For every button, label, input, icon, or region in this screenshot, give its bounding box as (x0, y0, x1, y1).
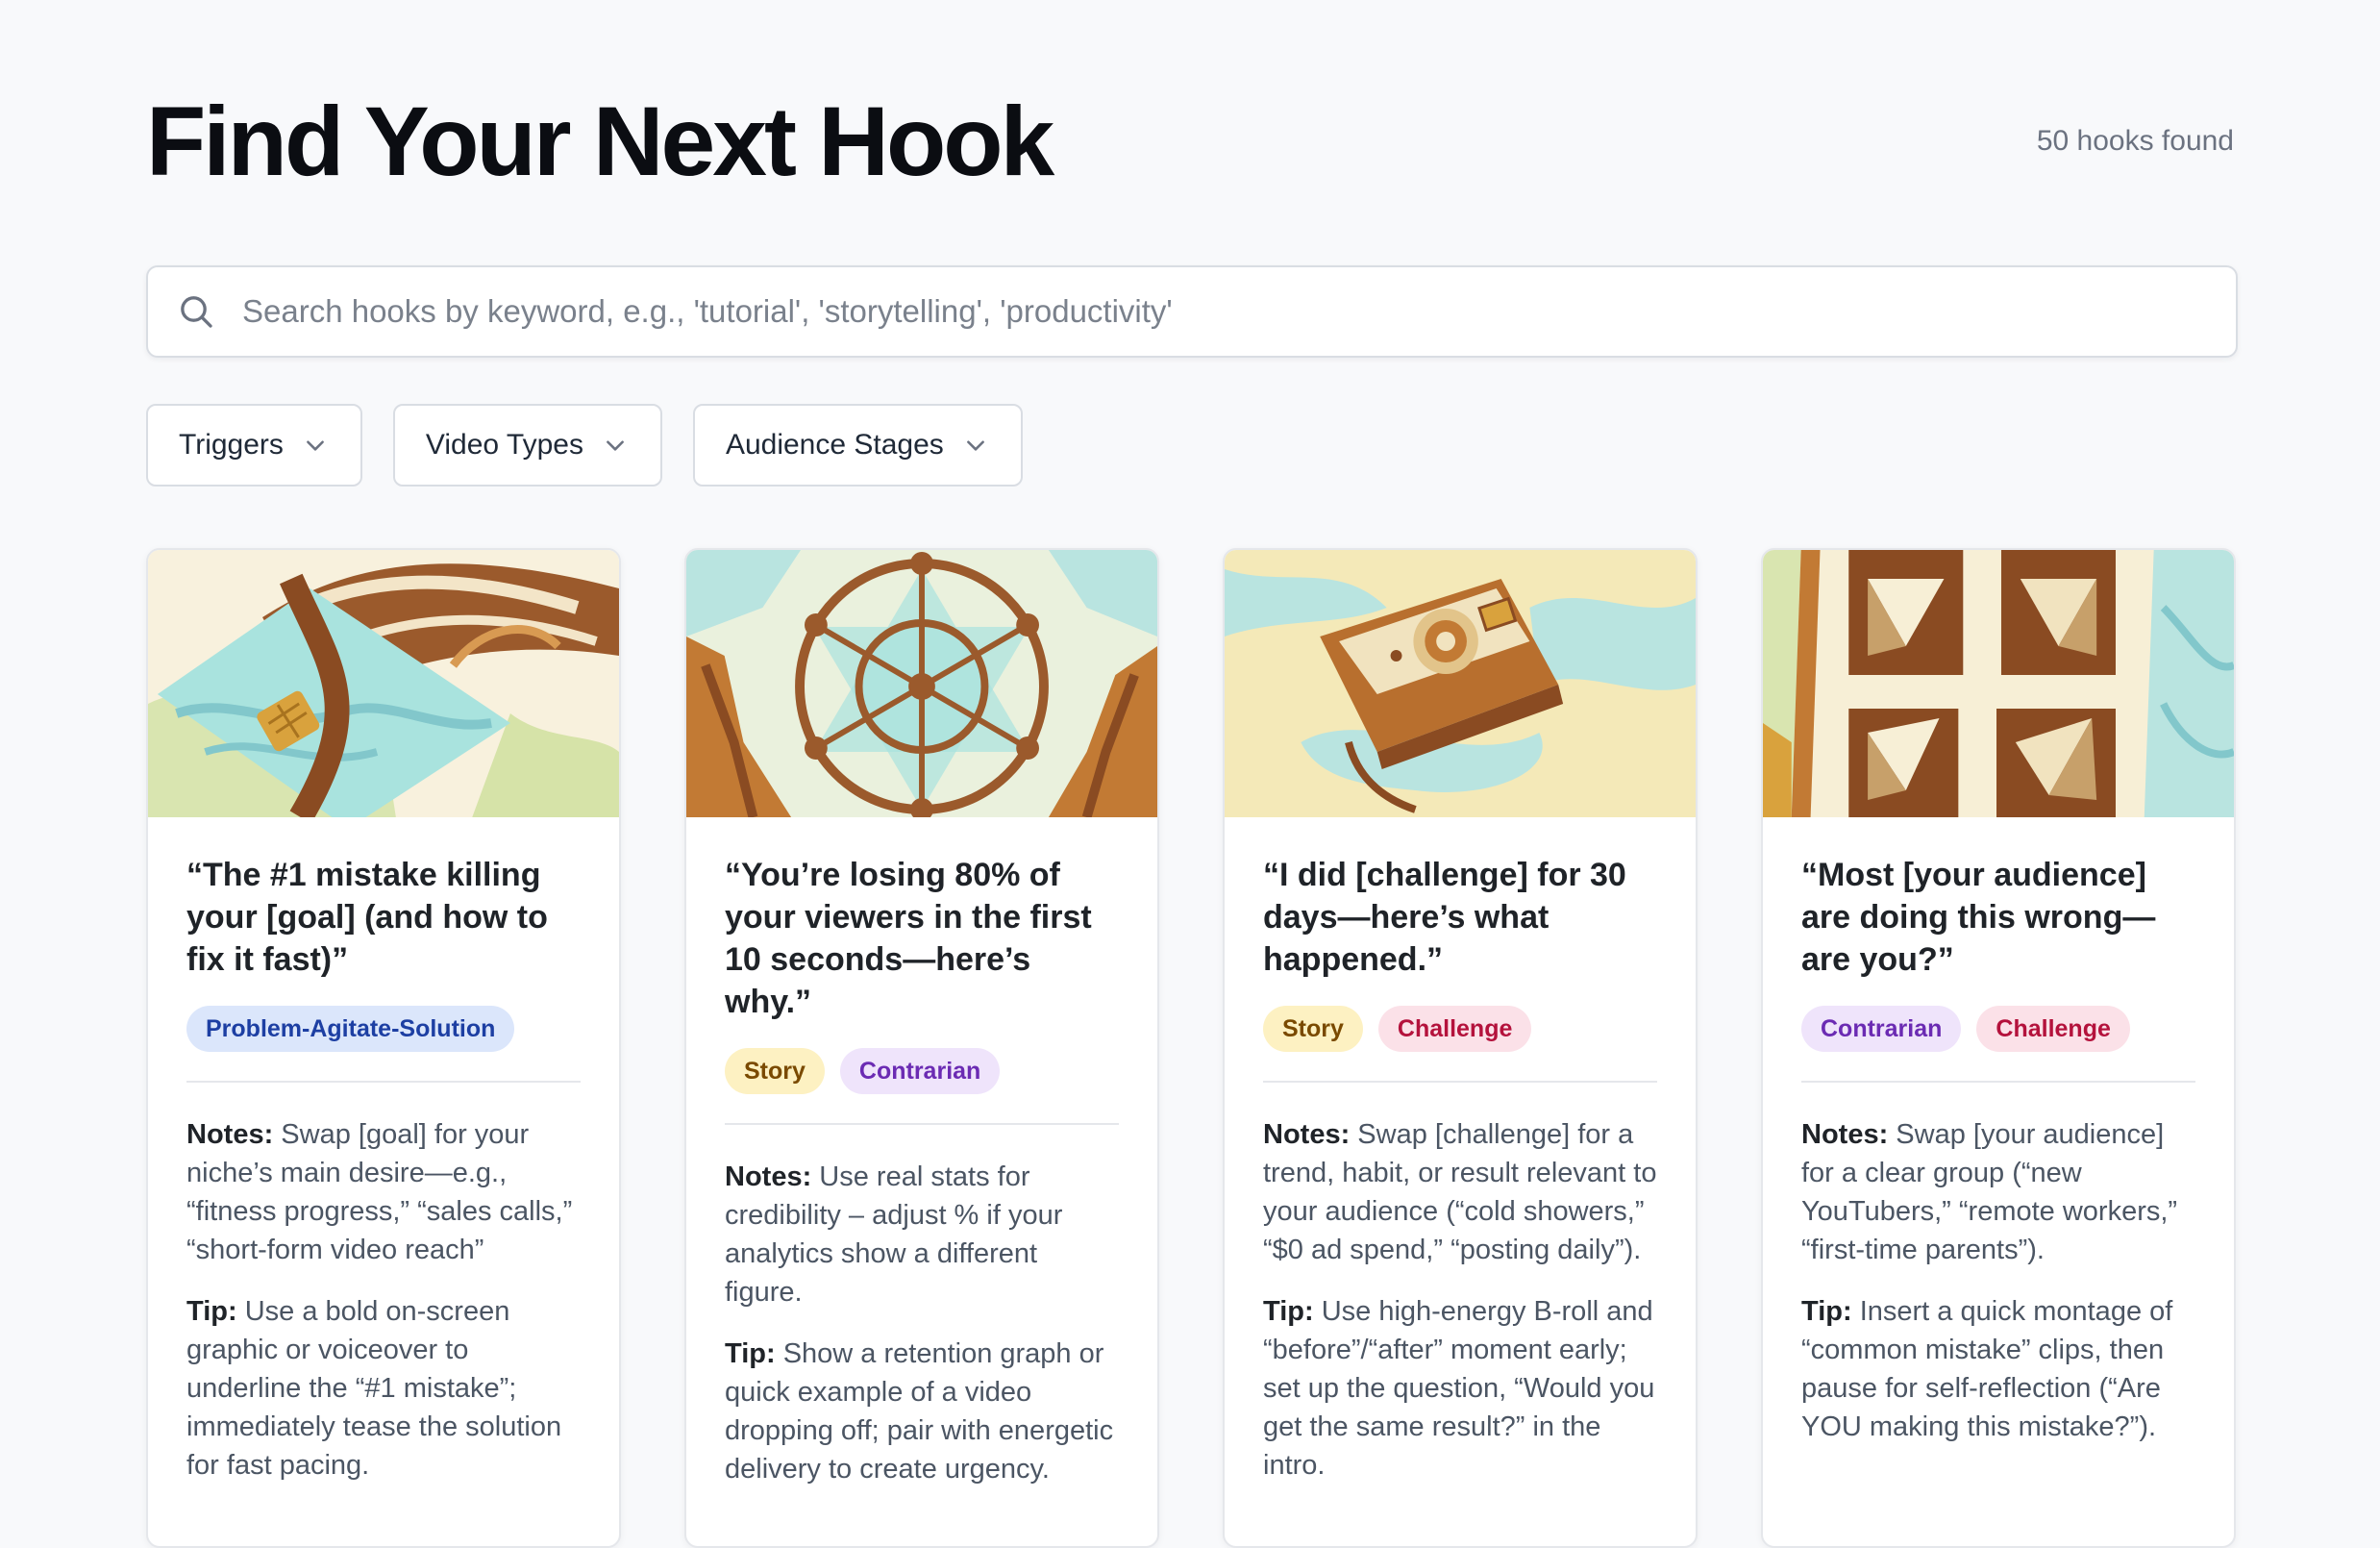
hook-title: “I did [challenge] for 30 days—here’s wh… (1263, 857, 1626, 978)
tip-label: Tip: (725, 1338, 776, 1369)
search-bar[interactable] (146, 265, 2238, 358)
hook-title: “The #1 mistake killing your [goal] (and… (186, 857, 548, 978)
notes-label: Notes: (1801, 1119, 1889, 1150)
ship-wheel-illustration (686, 550, 1157, 817)
hook-card-grid: “The #1 mistake killing your [goal] (and… (146, 548, 2236, 1548)
hook-title: “You’re losing 80% of your viewers in th… (725, 857, 1092, 1020)
tip-body: Show a retention graph or quick example … (725, 1338, 1114, 1485)
notes-label: Notes: (186, 1119, 274, 1150)
tip-text: Tip: Use a bold on-screen graphic or voi… (186, 1292, 581, 1485)
chevron-down-icon (966, 440, 984, 451)
tag-story: Story (1263, 1006, 1363, 1052)
hook-card[interactable]: “I did [challenge] for 30 days—here’s wh… (1223, 548, 1698, 1548)
divider (1263, 1081, 1657, 1083)
tip-text: Tip: Show a retention graph or quick exa… (725, 1335, 1119, 1488)
tip-label: Tip: (1263, 1296, 1314, 1327)
hook-title: “Most [your audience] are doing this wro… (1801, 857, 2156, 978)
tag-list: Story Contrarian (725, 1048, 1119, 1094)
credit-card-illustration (148, 550, 619, 817)
filter-video-types[interactable]: Video Types (392, 404, 662, 487)
hook-card[interactable]: “The #1 mistake killing your [goal] (and… (146, 548, 621, 1548)
tag-problem-agitate-solution: Problem-Agitate-Solution (186, 1006, 515, 1052)
notes-text: Notes: Use real stats for credibility – … (725, 1158, 1119, 1311)
tip-body: Use a bold on-screen graphic or voiceove… (186, 1296, 562, 1481)
notes-text: Notes: Swap [challenge] for a trend, hab… (1263, 1115, 1657, 1269)
tip-text: Tip: Insert a quick montage of “common m… (1801, 1292, 2195, 1446)
hook-card[interactable]: “Most [your audience] are doing this wro… (1761, 548, 2236, 1548)
tag-challenge: Challenge (1976, 1006, 2130, 1052)
tip-body: Insert a quick montage of “common mistak… (1801, 1296, 2173, 1442)
instant-camera-illustration (1225, 550, 1696, 817)
page-title: Find Your Next Hook (146, 87, 1054, 196)
chevron-down-icon (307, 440, 324, 451)
tip-text: Tip: Use high-energy B-roll and “before”… (1263, 1292, 1657, 1485)
tip-label: Tip: (1801, 1296, 1852, 1327)
filter-triggers[interactable]: Triggers (146, 404, 362, 487)
notes-label: Notes: (725, 1161, 812, 1192)
results-count: 50 hooks found (2036, 125, 2234, 157)
tag-list: Story Challenge (1263, 1006, 1657, 1052)
search-icon (181, 296, 212, 328)
notes-text: Notes: Swap [your audience] for a clear … (1801, 1115, 2195, 1269)
tip-body: Use high-energy B-roll and “before”/“aft… (1263, 1296, 1655, 1481)
filter-label: Audience Stages (725, 429, 944, 461)
search-input[interactable] (215, 267, 2236, 356)
notes-label: Notes: (1263, 1119, 1351, 1150)
tag-list: Contrarian Challenge (1801, 1006, 2195, 1052)
header: Find Your Next Hook 50 hooks found (146, 0, 2234, 265)
tag-challenge: Challenge (1377, 1006, 1532, 1052)
chevron-down-icon (607, 440, 624, 451)
divider (1801, 1081, 2195, 1083)
tip-label: Tip: (186, 1296, 237, 1327)
filter-bar: Triggers Video Types Audience Stages (146, 404, 1023, 487)
notes-text: Notes: Swap [goal] for your niche’s main… (186, 1115, 581, 1269)
studded-tiles-illustration (1763, 550, 2234, 817)
tag-story: Story (725, 1048, 825, 1094)
filter-audience-stages[interactable]: Audience Stages (692, 404, 1023, 487)
tag-contrarian: Contrarian (1801, 1006, 1962, 1052)
tag-list: Problem-Agitate-Solution (186, 1006, 581, 1052)
divider (186, 1081, 581, 1083)
divider (725, 1123, 1119, 1125)
filter-label: Video Types (425, 429, 583, 461)
hook-card[interactable]: “You’re losing 80% of your viewers in th… (684, 548, 1159, 1548)
tag-contrarian: Contrarian (839, 1048, 1001, 1094)
filter-label: Triggers (179, 429, 284, 461)
